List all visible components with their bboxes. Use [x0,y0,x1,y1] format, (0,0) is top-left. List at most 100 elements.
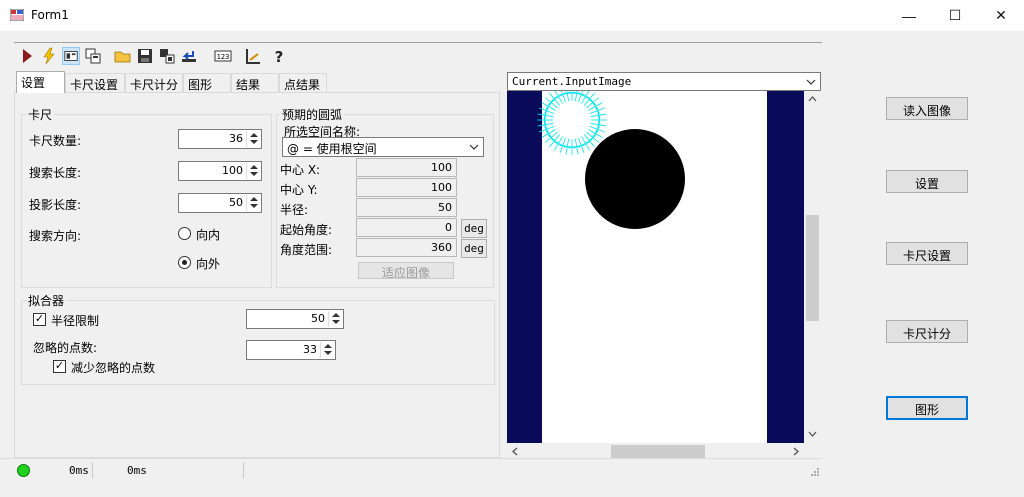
image-source-dropdown[interactable]: Current.InputImage [507,72,821,91]
maximize-button[interactable]: ☐ [932,0,978,31]
status-indicator-icon [17,464,30,477]
reduce-ignored-label: 减少忽略的点数 [71,361,156,375]
spin-arrows-icon[interactable] [246,131,260,147]
tab-results[interactable]: 结果 [231,73,279,92]
start-angle-value[interactable]: 0 [356,218,457,237]
radius-label: 半径: [280,203,309,217]
image-display[interactable] [507,91,804,443]
caliper-group-label: 卡尺 [26,106,55,123]
radius-value[interactable]: 50 [356,198,457,217]
radius-limit-label: 半径限制 [51,314,100,328]
space-name-dropdown[interactable]: @ = 使用根空间 [282,137,484,157]
projection-length-label: 投影长度: [29,198,82,212]
read-image-button[interactable]: 读入图像 [886,97,968,120]
ignored-points-value: 33 [303,343,317,356]
projection-length-value: 50 [229,196,243,209]
center-x-value[interactable]: 100 [356,158,457,177]
search-length-label: 搜索长度: [29,166,82,180]
spin-arrows-icon[interactable] [246,195,260,211]
close-button[interactable]: ✕ [978,0,1024,31]
tab-graphics[interactable]: 图形 [183,73,231,92]
toolbar: 123 ? [14,42,822,70]
outward-label: 向外 [196,257,221,271]
radius-limit-checkbox[interactable]: ✓ [33,313,46,326]
measure-icon[interactable] [244,47,262,65]
start-angle-deg-button[interactable]: deg [461,219,487,238]
tab-settings[interactable]: 设置 [16,71,65,93]
vertical-scrollbar[interactable] [804,91,821,443]
ignored-points-stepper[interactable]: 33 [246,340,336,360]
image-left-border [507,91,542,443]
status-bar: 0ms 0ms [0,458,822,480]
center-x-label: 中心 X: [280,163,321,177]
title-bar: Form1 — ☐ ✕ [0,0,1024,31]
fit-image-button[interactable]: 适应图像 [358,262,454,280]
window-title: Form1 [31,8,69,22]
status-divider [92,462,93,478]
angle-range-label: 角度范围: [280,243,333,257]
inward-radio[interactable] [178,227,191,240]
center-y-value[interactable]: 100 [356,178,457,197]
caliper-count-label: 卡尺数量: [29,134,82,148]
chevron-down-icon [469,144,479,150]
chevron-down-icon [806,79,816,85]
app-icon [10,9,24,21]
resize-grip-icon[interactable] [810,467,820,477]
caliper-count-value: 36 [229,132,243,145]
spin-arrows-icon[interactable] [328,311,342,327]
image-view-icon[interactable] [62,47,80,65]
status-time-1: 0ms [69,464,89,477]
ignored-points-label: 忽略的点数: [33,341,98,355]
inward-label: 向内 [196,228,221,242]
undo-icon[interactable] [180,47,198,65]
target-circle [585,129,685,229]
caliper-ring [544,92,600,148]
scroll-up-icon[interactable] [808,96,817,102]
vertical-scroll-thumb[interactable] [806,215,819,321]
run-icon[interactable] [18,47,36,65]
search-length-stepper[interactable]: 100 [178,161,262,181]
outward-radio[interactable] [178,256,191,269]
search-length-value: 100 [222,164,243,177]
help-icon[interactable]: ? [270,47,288,65]
minimize-button[interactable]: — [886,0,932,31]
image-right-border [767,91,804,443]
angle-range-value[interactable]: 360 [356,238,457,257]
horizontal-scroll-thumb[interactable] [611,445,705,458]
graphics-button[interactable]: 图形 [886,396,968,420]
scroll-left-icon[interactable] [512,447,518,456]
projection-length-stepper[interactable]: 50 [178,193,262,213]
radius-limit-stepper[interactable]: 50 [246,309,344,329]
search-direction-label: 搜索方向: [29,229,82,243]
caliper-settings-button[interactable]: 卡尺设置 [886,242,968,265]
caliper-ring-graphic [537,91,607,155]
tab-caliper-scoring[interactable]: 卡尺计分 [125,73,183,92]
scroll-right-icon[interactable] [793,447,799,456]
spin-arrows-icon[interactable] [320,342,334,358]
export-icon[interactable] [158,47,176,65]
svg-text:123: 123 [217,53,230,61]
reduce-ignored-checkbox[interactable]: ✓ [53,360,66,373]
svg-text:?: ? [275,48,284,65]
image-source-value: Current.InputImage [512,75,632,88]
number-icon[interactable]: 123 [214,47,232,65]
tab-caliper-settings[interactable]: 卡尺设置 [65,73,125,92]
caliper-scoring-button[interactable]: 卡尺计分 [886,320,968,343]
spin-arrows-icon[interactable] [246,163,260,179]
fitter-group-label: 拟合器 [26,292,67,309]
caliper-count-stepper[interactable]: 36 [178,129,262,149]
center-y-label: 中心 Y: [280,183,318,197]
image-canvas [507,91,804,443]
status-divider [243,462,244,478]
expected-arc-group-label: 预期的圆弧 [280,106,345,123]
tab-point-results[interactable]: 点结果 [279,73,327,92]
settings-button[interactable]: 设置 [886,170,968,193]
angle-range-deg-button[interactable]: deg [461,239,487,258]
image-copy-icon[interactable] [84,47,102,65]
radius-limit-value: 50 [311,312,325,325]
scroll-down-icon[interactable] [808,431,817,437]
lightning-icon[interactable] [40,47,58,65]
open-folder-icon[interactable] [114,47,132,65]
start-angle-label: 起始角度: [280,223,333,237]
save-icon[interactable] [136,47,154,65]
